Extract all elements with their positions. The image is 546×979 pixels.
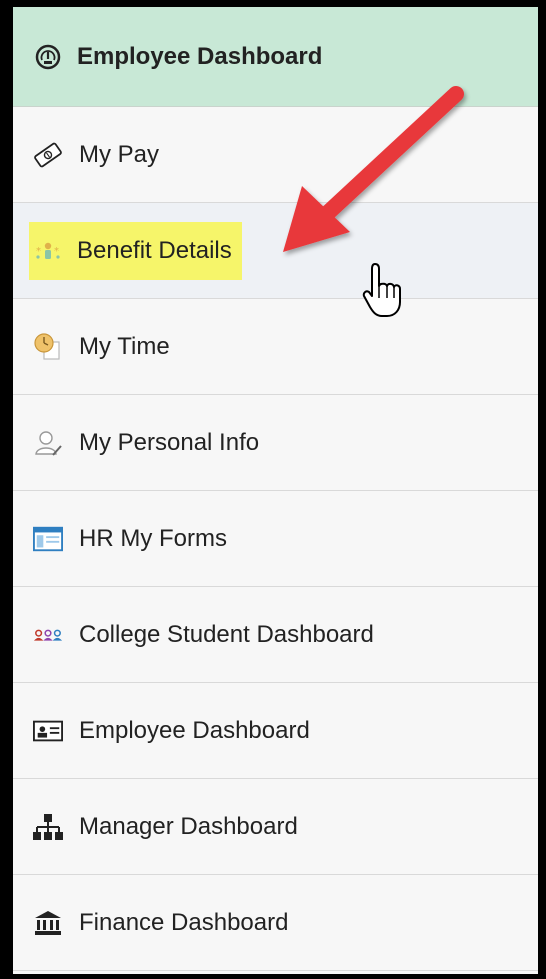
menu-item-label: My Personal Info xyxy=(79,428,260,456)
menu-item-label: Employee Dashboard xyxy=(79,716,310,744)
yellow-highlight: * * Benefit Details xyxy=(29,221,242,280)
menu-item-label: My Pay xyxy=(79,140,160,168)
person-edit-icon xyxy=(33,428,63,458)
navigation-panel: Employee Dashboard My Pay * * Benefit De… xyxy=(7,7,546,974)
menu-item-label: College Student Dashboard xyxy=(79,620,374,648)
menu-item-label: Manager Dashboard xyxy=(79,812,298,840)
org-chart-icon xyxy=(33,812,63,842)
menu-header-employee-dashboard[interactable]: Employee Dashboard xyxy=(13,7,546,107)
svg-text:*: * xyxy=(36,246,41,257)
people-group-icon xyxy=(33,620,63,650)
menu-item-label: HR My Forms xyxy=(79,524,227,552)
menu-item-label: Finance Dashboard xyxy=(79,908,289,936)
menu-item-hr-my-forms[interactable]: HR My Forms xyxy=(13,491,546,587)
menu-item-my-pay[interactable]: My Pay xyxy=(13,107,546,203)
menu-item-college-student-dashboard[interactable]: College Student Dashboard xyxy=(13,587,546,683)
menu-header-label: Employee Dashboard xyxy=(77,42,323,70)
id-card-icon xyxy=(33,716,63,746)
menu-item-label: Benefit Details xyxy=(77,236,232,264)
menu-item-finance-dashboard[interactable]: Finance Dashboard xyxy=(13,875,546,971)
benefits-icon: * * xyxy=(33,236,63,266)
menu-item-manager-dashboard[interactable]: Manager Dashboard xyxy=(13,779,546,875)
form-window-icon xyxy=(33,524,63,554)
menu-item-label: My Time xyxy=(79,332,170,360)
menu-item-employee-dashboard[interactable]: Employee Dashboard xyxy=(13,683,546,779)
dashboard-gauge-icon xyxy=(33,42,63,72)
menu-item-my-personal-info[interactable]: My Personal Info xyxy=(13,395,546,491)
window-edge xyxy=(538,0,546,979)
svg-text:*: * xyxy=(54,246,59,257)
clock-icon xyxy=(33,332,63,362)
hand-cursor-icon xyxy=(362,263,401,317)
menu-item-my-time[interactable]: My Time xyxy=(13,299,546,395)
money-icon xyxy=(33,140,63,170)
dashboard-menu: Employee Dashboard My Pay * * Benefit De… xyxy=(13,7,546,971)
bank-icon xyxy=(33,908,63,938)
menu-item-benefit-details[interactable]: * * Benefit Details xyxy=(13,203,546,299)
